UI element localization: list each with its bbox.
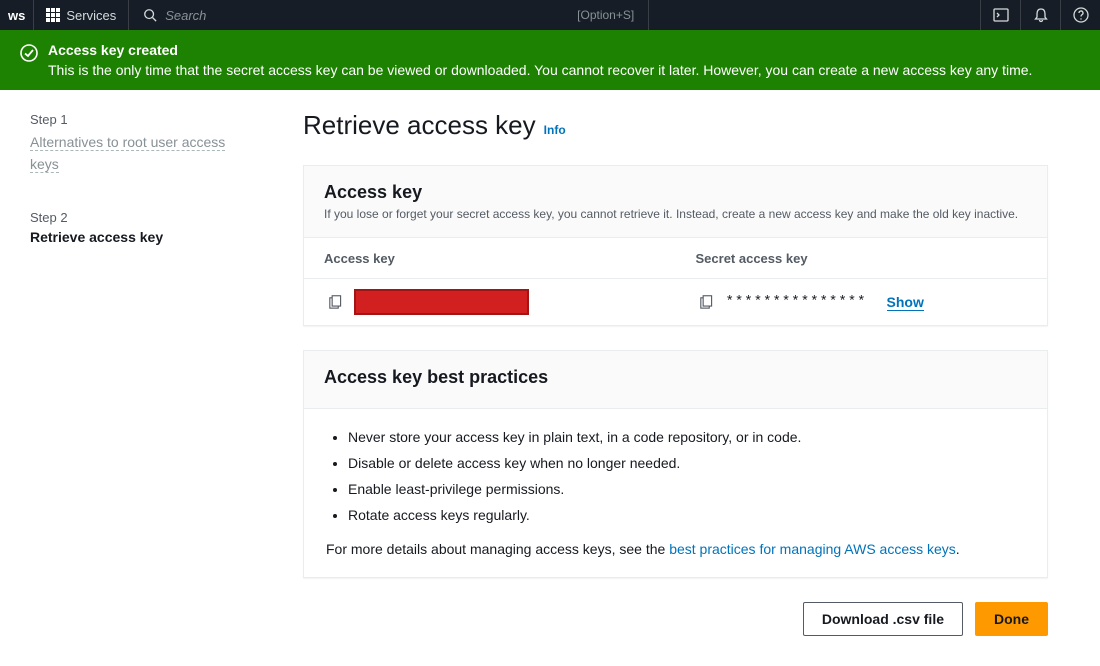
best-practices-list: Never store your access key in plain tex… [326,429,1025,523]
aws-logo[interactable]: ws [0,0,34,30]
page-title-text: Retrieve access key [303,110,536,141]
done-button[interactable]: Done [975,602,1048,636]
search-shortcut: [Option+S] [577,8,634,22]
grid-icon [46,8,60,22]
list-item: Rotate access keys regularly. [348,507,1025,523]
step1-label: Step 1 [30,112,255,127]
access-key-panel-desc: If you lose or forget your secret access… [324,207,1027,221]
copy-icon [698,295,713,310]
step-sidebar: Step 1 Alternatives to root user access … [0,90,285,666]
search-area: [Option+S] [129,0,649,30]
check-circle-icon [20,44,38,62]
services-menu-button[interactable]: Services [34,0,129,30]
list-item: Enable least-privilege permissions. [348,481,1025,497]
bp-more-prefix: For more details about managing access k… [326,541,669,557]
bell-icon [1033,7,1049,23]
aws-logo-text: ws [8,8,25,23]
step2-label: Step 2 [30,210,255,225]
best-practices-link[interactable]: best practices for managing AWS access k… [669,541,956,557]
best-practices-title: Access key best practices [324,367,1027,388]
step2-title: Retrieve access key [30,229,255,245]
help-icon [1073,7,1089,23]
search-input[interactable] [165,8,569,23]
help-button[interactable] [1060,0,1100,30]
banner-message: This is the only time that the secret ac… [48,62,1080,78]
footer-buttons: Download .csv file Done [303,602,1048,636]
success-banner: Access key created This is the only time… [0,30,1100,90]
best-practices-panel: Access key best practices Never store yo… [303,350,1048,578]
access-key-value-redacted [354,289,529,315]
top-nav: ws Services [Option+S] [0,0,1100,30]
bp-more-suffix: . [956,541,960,557]
copy-access-key-button[interactable] [324,292,344,312]
list-item: Never store your access key in plain tex… [348,429,1025,445]
access-key-panel-title: Access key [324,182,1027,203]
access-key-panel: Access key If you lose or forget your se… [303,165,1048,326]
info-link[interactable]: Info [544,123,566,137]
cloudshell-button[interactable] [980,0,1020,30]
secret-key-col-label: Secret access key [696,251,808,266]
access-key-col-label: Access key [324,251,395,266]
secret-key-masked: *************** [726,294,867,310]
banner-title: Access key created [48,42,1080,58]
best-practices-more: For more details about managing access k… [326,541,1025,557]
services-label: Services [66,8,116,23]
show-secret-link[interactable]: Show [887,294,924,311]
download-csv-button[interactable]: Download .csv file [803,602,963,636]
list-item: Disable or delete access key when no lon… [348,455,1025,471]
main-content: Retrieve access key Info Access key If y… [285,90,1100,666]
step1-title[interactable]: Alternatives to root user access keys [30,134,225,173]
copy-secret-key-button[interactable] [696,292,716,312]
terminal-icon [993,7,1009,23]
copy-icon [327,295,342,310]
search-icon [143,8,157,22]
page-title: Retrieve access key Info [303,110,1048,141]
notifications-button[interactable] [1020,0,1060,30]
